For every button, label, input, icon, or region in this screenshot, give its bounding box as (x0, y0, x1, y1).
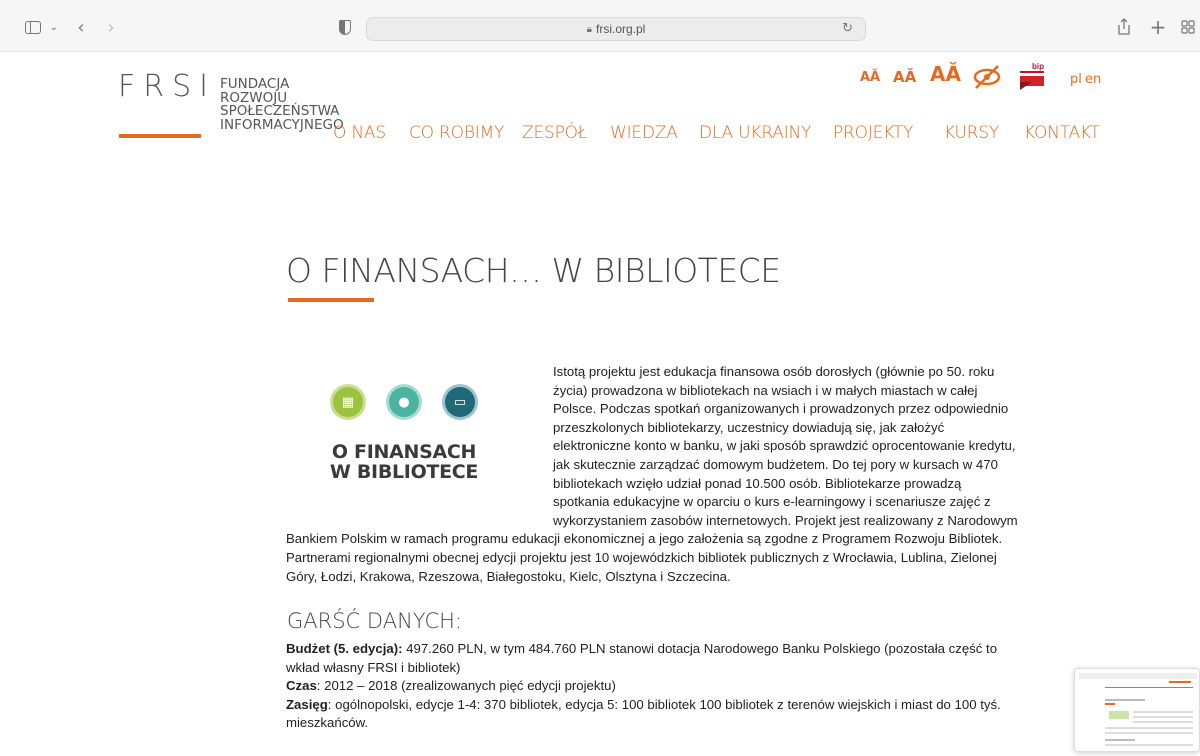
font-size-large-button[interactable]: AǍ (930, 62, 961, 86)
nav-item-kontakt[interactable]: KONTAKT (1024, 123, 1100, 143)
sidebar-icon[interactable] (24, 18, 42, 36)
logo-letters: FRSI (118, 69, 216, 104)
nav-item-o-nas[interactable]: O NAS (333, 123, 386, 143)
nav-item-co-robimy[interactable]: CO ROBIMY (409, 123, 504, 143)
reload-icon[interactable]: ↻ (842, 21, 853, 36)
chevron-down-icon[interactable]: ⌄ (48, 18, 60, 36)
bip-icon[interactable]: bip (1020, 62, 1046, 90)
nav-item-projekty[interactable]: PROJEKTY (833, 123, 913, 143)
nav-item-wiedza[interactable]: WIEDZA (610, 123, 678, 143)
nav-item-kursy[interactable]: KURSY (944, 123, 999, 143)
lock-icon: 🔒︎ (586, 23, 592, 35)
image-spacer (286, 363, 553, 523)
high-contrast-icon[interactable] (972, 64, 1002, 90)
facts-list: Budżet (5. edycja): 497.260 PLN, w tym 4… (286, 640, 1026, 733)
logo-underline (119, 134, 201, 138)
font-size-small-button[interactable]: AǍ (860, 70, 880, 85)
page-title: O FINANSACH… W BIBLIOTECE (286, 251, 781, 290)
fact-budget: Budżet (5. edycja): 497.260 PLN, w tym 4… (286, 641, 998, 675)
address-bar[interactable]: 🔒︎ frsi.org.pl ↻ (366, 17, 866, 41)
font-size-medium-button[interactable]: AǍ (893, 68, 916, 86)
fact-reach: Zasięg: ogólnopolski, edycje 1-4: 370 bi… (286, 696, 1001, 731)
intro-paragraph-wrapper: Istotą projektu jest edukacja finansowa … (286, 363, 1020, 586)
browser-toolbar: ⌄ ‹ › 🔒︎ frsi.org.pl ↻ + (0, 0, 1200, 52)
fact-time: Czas: 2012 – 2018 (zrealizowanych pięć e… (286, 678, 616, 694)
forward-icon[interactable]: › (104, 17, 118, 38)
url-text: frsi.org.pl (595, 22, 646, 36)
site-logo[interactable]: FRSI FUNDACJA ROZWOJU SPOŁECZEŃSTWA INFO… (118, 72, 344, 132)
language-pl-link[interactable]: pl (1070, 72, 1082, 87)
nav-item-zespol[interactable]: ZESPÓŁ (522, 123, 587, 143)
screenshot-thumbnail[interactable] (1074, 668, 1200, 752)
language-en-link[interactable]: en (1085, 72, 1101, 87)
nav-item-dla-ukrainy[interactable]: DLA UKRAINY (699, 123, 811, 143)
back-icon[interactable]: ‹ (74, 17, 88, 38)
share-icon[interactable] (1116, 18, 1132, 36)
privacy-shield-icon[interactable] (338, 18, 352, 36)
tab-overview-icon[interactable] (1180, 18, 1196, 36)
title-underline (288, 298, 374, 302)
logo-text: FUNDACJA ROZWOJU SPOŁECZEŃSTWA INFORMACY… (220, 76, 344, 133)
section-heading: GARŚĆ DANYCH: (287, 609, 462, 633)
new-tab-icon[interactable]: + (1150, 15, 1167, 39)
